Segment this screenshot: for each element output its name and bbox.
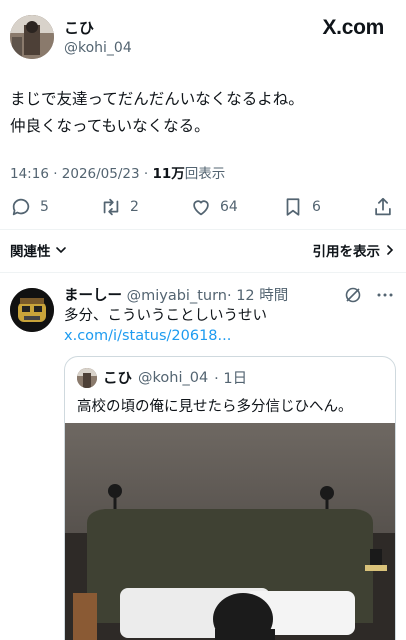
retweet-button[interactable]: 2 <box>100 192 139 222</box>
divider <box>0 229 406 230</box>
action-bar: 5 2 64 6 <box>0 192 406 222</box>
reply-count: 5 <box>40 199 49 215</box>
author-display-name[interactable]: こひ <box>64 18 132 38</box>
embedded-time: · 1日 <box>214 371 248 387</box>
sort-row: 関連性 引用を表示 <box>10 236 396 262</box>
heart-icon <box>193 200 209 216</box>
chevron-down-icon <box>55 247 66 254</box>
quote-tweet[interactable]: まーしー @miyabi_turn· 12 時間 多分、こういうことしいうせい … <box>0 276 406 640</box>
reply-button[interactable]: 5 <box>10 192 49 222</box>
quote-header: まーしー @miyabi_turn· 12 時間 <box>64 284 288 305</box>
reply-icon <box>12 198 30 216</box>
tweet-text-line: まじで友達ってだんだんいなくなるよね。 <box>10 90 304 108</box>
grok-icon[interactable] <box>344 286 362 304</box>
embedded-author-avatar <box>77 367 97 388</box>
bookmark-button[interactable]: 6 <box>282 192 321 222</box>
divider <box>0 272 406 273</box>
quote-time[interactable]: · 12 時間 <box>227 288 288 304</box>
retweet-count: 2 <box>130 199 139 215</box>
relevance-label: 関連性 <box>10 244 51 260</box>
view-label: 回表示 <box>184 166 226 182</box>
embedded-handle: @kohi_04 <box>138 369 209 386</box>
embedded-tweet[interactable]: こひ @kohi_04 · 1日 高校の頃の俺に見せたら多分信じひへん。 <box>64 356 396 640</box>
tweet-meta: 14:16 · 2026/05/23 · 11万回表示 <box>10 162 225 182</box>
quote-icons <box>344 286 394 304</box>
view-quotes-link[interactable]: 引用を表示 <box>313 240 397 260</box>
author-handle[interactable]: @kohi_04 <box>64 38 132 58</box>
author-avatar[interactable] <box>10 15 54 59</box>
retweet-icon <box>103 198 119 216</box>
quote-handle[interactable]: @miyabi_turn <box>127 288 227 304</box>
more-options-icon[interactable] <box>376 286 394 304</box>
author-info: こひ @kohi_04 <box>64 18 132 58</box>
quote-text: 多分、こういうことしいうせい <box>64 308 267 324</box>
view-count: 11万 <box>152 166 185 182</box>
embedded-tweet-header: こひ @kohi_04 · 1日 <box>77 367 247 388</box>
embedded-photo[interactable] <box>65 423 395 640</box>
tweet-text-line: 仲良くなってもいなくなる。 <box>10 117 210 135</box>
tweet-text: まじで友達ってだんだんいなくなるよね。 仲良くなってもいなくなる。 <box>10 86 400 140</box>
quote-display-name[interactable]: まーしー <box>64 288 122 304</box>
bookmark-icon <box>286 198 300 216</box>
view-quotes-label: 引用を表示 <box>312 244 381 260</box>
tweet-header: こひ @kohi_04 X.com <box>0 0 406 72</box>
embedded-display-name: こひ <box>103 371 132 387</box>
chevron-right-icon <box>387 245 394 255</box>
quote-author-avatar[interactable] <box>10 288 54 332</box>
share-icon <box>375 197 391 216</box>
like-count: 64 <box>220 199 238 215</box>
quote-status-link[interactable]: x.com/i/status/20618... <box>64 326 231 346</box>
tweet-timestamp[interactable]: 14:16 · 2026/05/23 · <box>10 166 152 182</box>
brand-logo: X.com <box>322 16 384 39</box>
bookmark-count: 6 <box>312 199 321 215</box>
like-button[interactable]: 64 <box>190 192 238 222</box>
embedded-tweet-text: 高校の頃の俺に見せたら多分信じひへん。 <box>77 399 353 415</box>
share-button[interactable] <box>372 192 394 222</box>
relevance-sort-button[interactable]: 関連性 <box>10 240 67 260</box>
